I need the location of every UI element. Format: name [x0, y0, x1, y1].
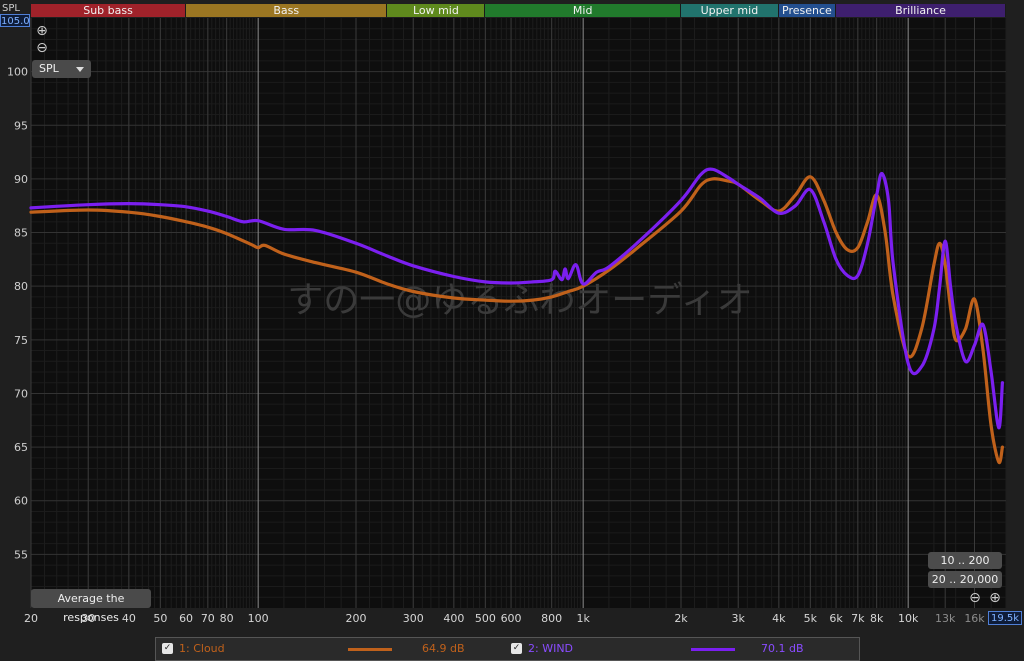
zoom-out-icon[interactable]: ⊖	[35, 41, 49, 55]
x-tick-label: 100	[248, 612, 269, 625]
legend-swatch-cloud	[348, 648, 392, 651]
x-tick-label: 200	[346, 612, 367, 625]
x-tick-label: 600	[501, 612, 522, 625]
x-tick-label: 6k	[829, 612, 843, 625]
y-tick-label: 65	[14, 441, 28, 454]
x-tick-label: 400	[443, 612, 464, 625]
x-tick-label: 20	[24, 612, 38, 625]
legend: ✓ 1: Cloud 64.9 dB ✓ 2: WIND 70.1 dB	[155, 637, 860, 661]
x-tick-label: 16k	[964, 612, 985, 625]
range-10-200-button[interactable]: 10 .. 200	[928, 552, 1002, 569]
spl-dropdown[interactable]: SPL	[32, 60, 91, 78]
x-tick-label: 3k	[732, 612, 746, 625]
legend-value-wind: 70.1 dB	[761, 642, 804, 655]
x-max-readout[interactable]: 19.5k	[988, 611, 1022, 625]
x-tick-label: 40	[122, 612, 136, 625]
spl-dropdown-label: SPL	[39, 62, 59, 75]
range-20-20000-button[interactable]: 20 .. 20,000	[928, 571, 1002, 588]
x-tick-label: 5k	[804, 612, 818, 625]
x-tick-label: 13k	[935, 612, 956, 625]
x-tick-label: 60	[179, 612, 193, 625]
x-tick-label: 8k	[870, 612, 884, 625]
y-tick-label: 80	[14, 280, 28, 293]
x-tick-label: 7k	[851, 612, 865, 625]
x-tick-label: 80	[220, 612, 234, 625]
x-zoom-in-icon[interactable]: ⊕	[988, 591, 1002, 605]
y-tick-label: 60	[14, 495, 28, 508]
y-tick-label: 90	[14, 173, 28, 186]
frequency-response-chart: すの一@ゆるふわオーディオ 556065707580859095100 2030…	[7, 18, 1007, 625]
legend-name-wind: 2: WIND	[528, 642, 574, 655]
x-tick-label: 300	[403, 612, 424, 625]
x-tick-label: 70	[201, 612, 215, 625]
x-tick-label: 500	[475, 612, 496, 625]
chevron-down-icon	[76, 67, 84, 72]
y-tick-label: 100	[7, 66, 28, 79]
legend-swatch-wind	[691, 648, 735, 651]
y-tick-label: 85	[14, 227, 28, 240]
x-tick-label: 10k	[898, 612, 919, 625]
y-axis-labels: 55 60 65 70 75 80 85 90 95 100	[7, 66, 28, 562]
y-tick-label: 55	[14, 548, 28, 561]
average-responses-button[interactable]: Average the responses	[31, 589, 151, 624]
x-tick-label: 2k	[674, 612, 688, 625]
legend-value-cloud: 64.9 dB	[422, 642, 465, 655]
legend-item-cloud: ✓ 1: Cloud 64.9 dB	[162, 638, 502, 660]
x-tick-label: 1k	[576, 612, 590, 625]
y-tick-label: 75	[14, 334, 28, 347]
x-tick-label: 50	[153, 612, 167, 625]
x-tick-label: 800	[541, 612, 562, 625]
x-tick-label: 4k	[772, 612, 786, 625]
checkbox-wind[interactable]: ✓	[511, 643, 522, 654]
checkbox-cloud[interactable]: ✓	[162, 643, 173, 654]
y-tick-label: 70	[14, 387, 28, 400]
y-tick-label: 95	[14, 119, 28, 132]
legend-item-wind: ✓ 2: WIND 70.1 dB	[511, 638, 851, 660]
x-zoom-out-icon[interactable]: ⊖	[968, 591, 982, 605]
zoom-in-icon[interactable]: ⊕	[35, 24, 49, 38]
legend-name-cloud: 1: Cloud	[179, 642, 225, 655]
x-axis-labels: 203040506070801002003004005006008001k2k3…	[24, 612, 985, 625]
